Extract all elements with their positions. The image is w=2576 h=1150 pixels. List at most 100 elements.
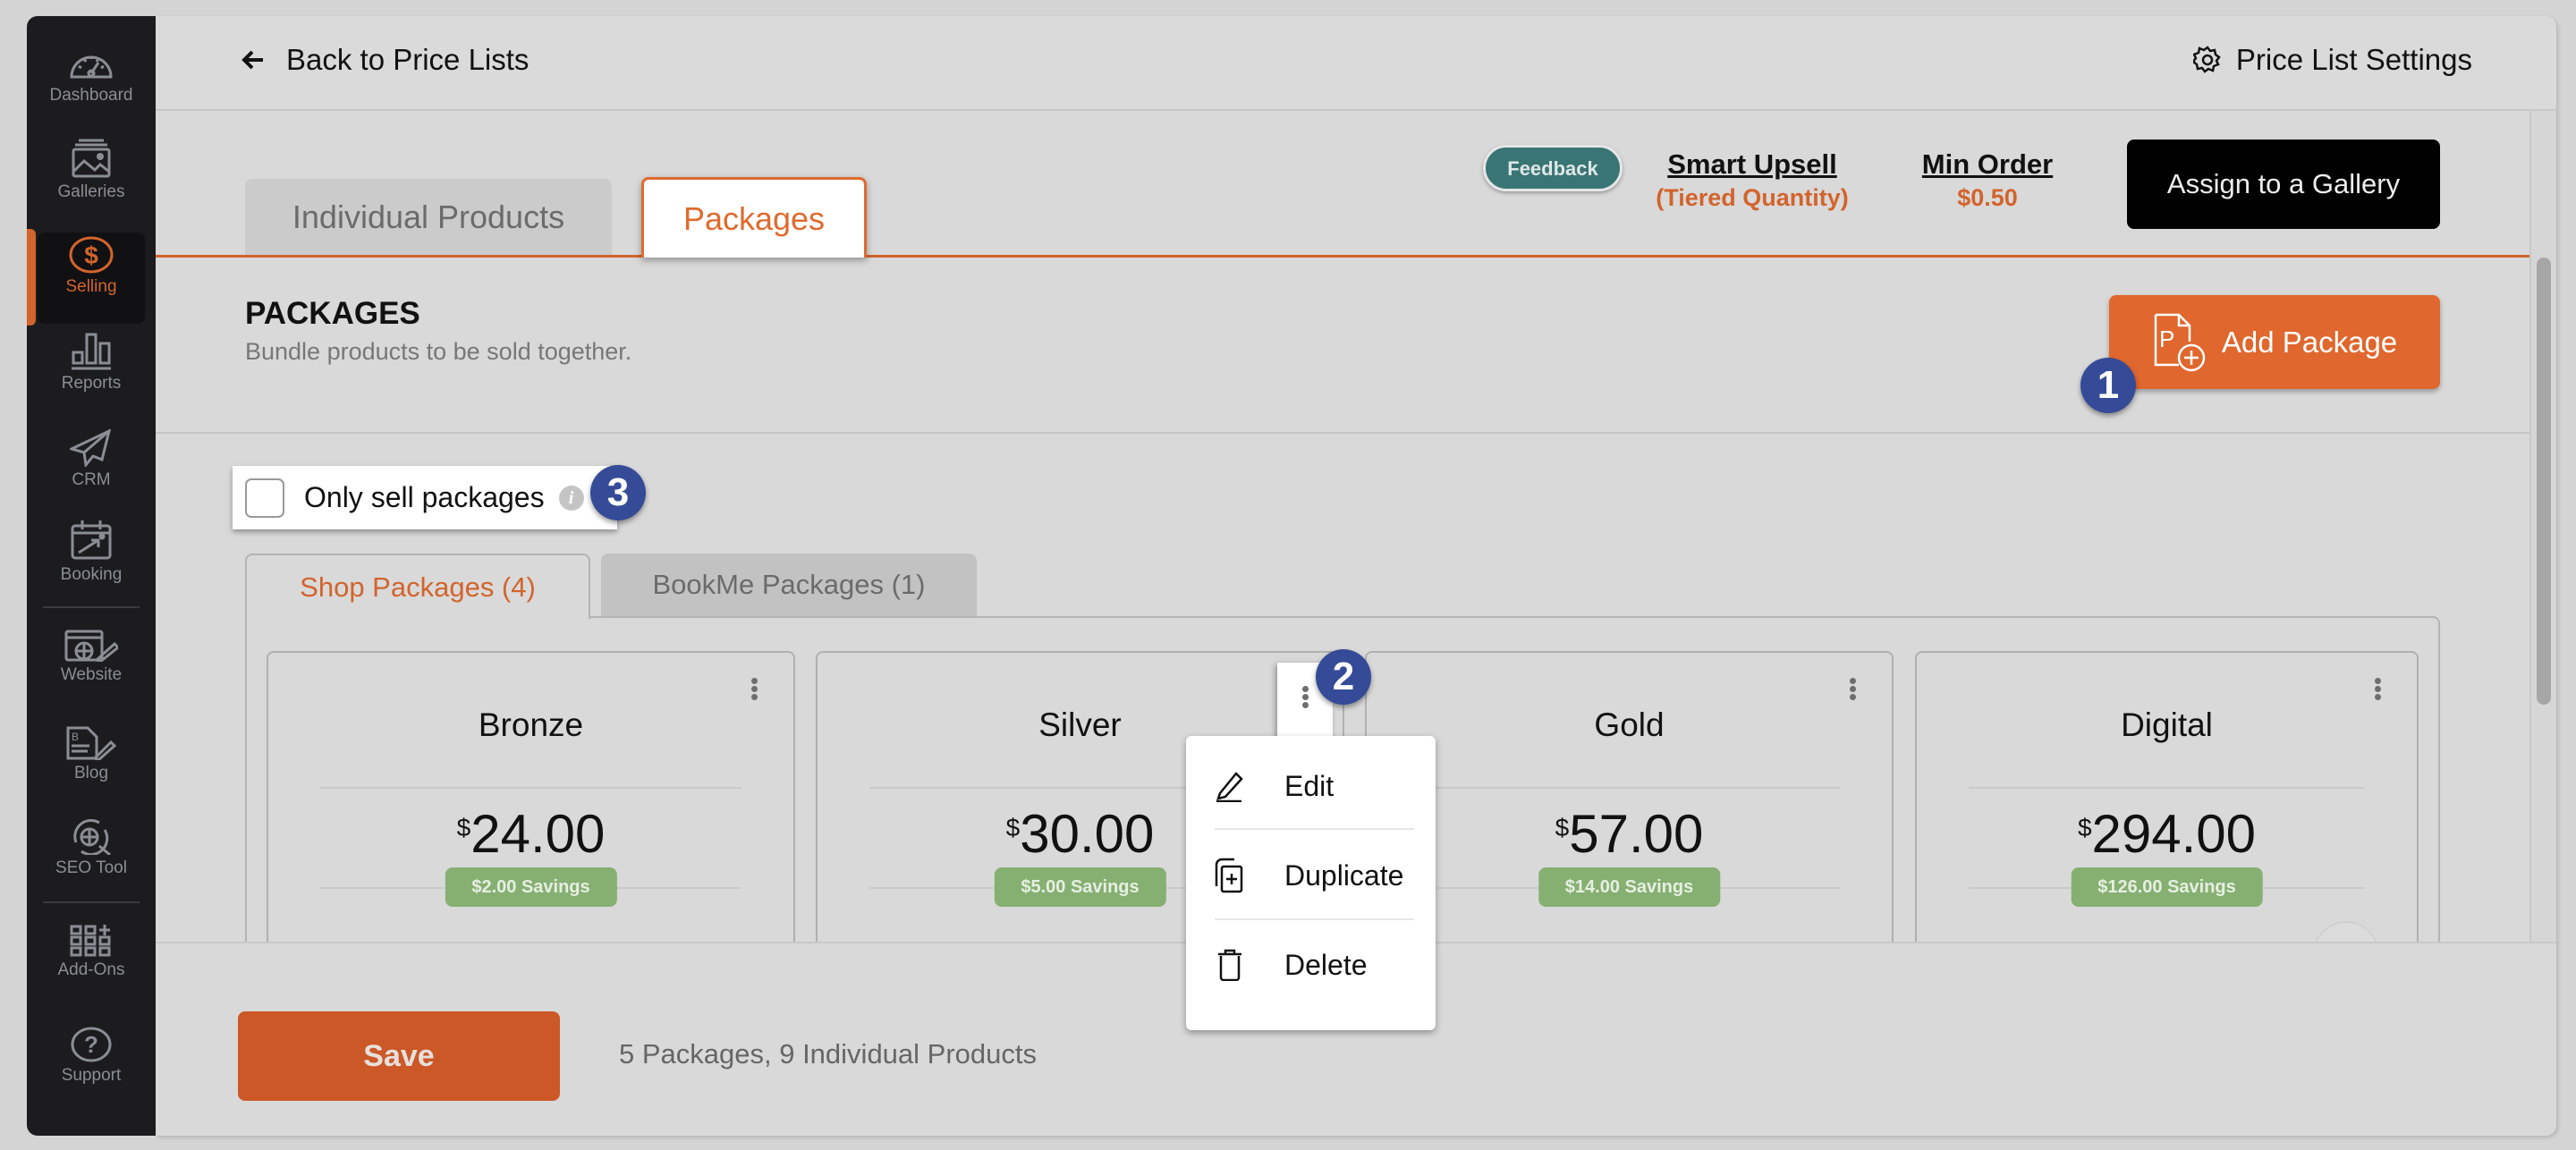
sidebar-item-booking[interactable]: Booking <box>27 519 156 585</box>
sidebar-divider <box>43 901 140 903</box>
kebab-dot <box>1849 678 1856 684</box>
kebab-dot <box>750 686 758 692</box>
gallery-icon <box>72 139 111 178</box>
svg-text:?: ? <box>84 1031 98 1058</box>
footer-summary: 5 Packages, 9 Individual Products <box>619 1038 1037 1070</box>
menu-divider <box>1215 828 1414 830</box>
question-circle-icon: ? <box>71 1027 112 1062</box>
menu-item-delete[interactable]: Delete <box>1215 922 1414 1008</box>
currency-symbol: $ <box>456 814 471 841</box>
tab-packages[interactable]: Packages <box>641 177 867 258</box>
section-subtitle: Bundle products to be sold together. <box>245 338 632 365</box>
only-sell-packages-option: Only sell packages i <box>233 466 617 529</box>
add-package-button[interactable]: P Add Package <box>2109 295 2440 389</box>
menu-item-duplicate[interactable]: Duplicate <box>1215 833 1414 918</box>
sidebar-item-dashboard[interactable]: Dashboard <box>27 47 156 106</box>
card-divider <box>1969 787 2365 789</box>
savings-badge: $14.00 Savings <box>1538 867 1721 907</box>
currency-symbol: $ <box>2077 814 2092 841</box>
back-label: Back to Price Lists <box>286 43 530 76</box>
smart-upsell-link[interactable]: Smart Upsell (Tiered Quantity) <box>1649 148 1855 212</box>
sidebar-item-seo-tool[interactable]: SEO Tool <box>27 819 156 878</box>
top-bar: Back to Price Lists Price List Settings <box>156 16 2556 111</box>
menu-item-label: Duplicate <box>1284 858 1404 892</box>
min-order-title: Min Order <box>1921 148 2054 180</box>
sidebar-divider <box>43 606 140 608</box>
trash-icon <box>1218 949 1241 981</box>
sidebar-item-add-ons[interactable]: Add-Ons <box>27 925 156 980</box>
sidebar-label: SEO Tool <box>55 858 127 877</box>
speedometer-icon <box>70 55 113 79</box>
tab-shop-packages[interactable]: Shop Packages (4) <box>245 554 590 619</box>
sidebar-item-blog[interactable]: B Blog <box>27 726 156 783</box>
scrollbar-thumb[interactable] <box>2537 258 2551 705</box>
kebab-dot <box>750 678 758 684</box>
kebab-icon <box>1296 684 1314 711</box>
sidebar-item-website[interactable]: Website <box>27 630 156 685</box>
kebab-dot <box>2374 694 2381 700</box>
only-sell-packages-label: Only sell packages <box>304 481 545 513</box>
sidebar-label: Support <box>61 1066 122 1085</box>
menu-item-label: Delete <box>1284 948 1368 981</box>
sidebar-item-galleries[interactable]: Galleries <box>27 138 156 202</box>
price-amount: 57.00 <box>1569 804 1704 864</box>
smart-upsell-value: (Tiered Quantity) <box>1656 184 1849 211</box>
sidebar-label: Website <box>60 665 123 684</box>
kebab-dot <box>1849 694 1856 700</box>
feedback-button[interactable]: Feedback <box>1483 145 1623 191</box>
more-options-button[interactable] <box>2368 676 2386 703</box>
info-icon[interactable]: i <box>558 485 584 511</box>
kebab-dot <box>1301 694 1309 700</box>
settings-label: Price List Settings <box>2235 43 2472 76</box>
section-title: PACKAGES <box>245 296 420 331</box>
card-divider <box>320 787 741 789</box>
sidebar-label: Add-Ons <box>57 960 125 979</box>
price-list-settings-link[interactable]: Price List Settings <box>2192 43 2472 77</box>
gear-icon <box>2192 46 2221 73</box>
dollar-circle-icon: $ <box>69 236 114 274</box>
min-order-link[interactable]: Min Order $0.50 <box>1907 148 2068 212</box>
tab-bookme-packages[interactable]: BookMe Packages (1) <box>601 554 977 616</box>
more-options-button[interactable] <box>745 676 763 703</box>
package-price: $294.00 <box>1917 803 2417 865</box>
savings-badge: $5.00 Savings <box>994 867 1166 907</box>
add-package-label: Add Package <box>2221 325 2398 359</box>
annotation-badge-1: 1 <box>2080 358 2136 413</box>
tab-individual-products[interactable]: Individual Products <box>245 179 612 256</box>
menu-item-edit[interactable]: Edit <box>1215 743 1414 829</box>
kebab-dot <box>1849 686 1856 692</box>
card-divider <box>1419 787 1840 789</box>
blog-edit-icon: B <box>66 726 116 760</box>
sidebar-item-crm[interactable]: CRM <box>27 429 156 490</box>
website-edit-icon <box>64 630 118 662</box>
sidebar-label: Blog <box>73 764 109 782</box>
kebab-dot <box>2374 678 2381 684</box>
section-divider <box>156 432 2531 434</box>
more-options-button[interactable] <box>1843 676 1861 703</box>
price-amount: 30.00 <box>1020 804 1155 864</box>
save-button[interactable]: Save <box>238 1011 560 1101</box>
menu-item-label: Edit <box>1284 769 1335 802</box>
only-sell-packages-checkbox[interactable] <box>245 478 284 518</box>
sidebar-item-support[interactable]: ? Support <box>27 1027 156 1086</box>
assign-to-gallery-button[interactable]: Assign to a Gallery <box>2127 140 2440 229</box>
sidebar-item-reports[interactable]: Reports <box>27 329 156 393</box>
pencil-icon <box>1216 772 1243 802</box>
package-price: $24.00 <box>268 803 793 865</box>
sidebar-label: Selling <box>65 277 117 296</box>
savings-badge: $2.00 Savings <box>445 867 617 907</box>
savings-badge: $126.00 Savings <box>2071 867 2263 907</box>
kebab-dot <box>1301 686 1309 692</box>
tab-underline <box>156 255 2531 258</box>
sidebar-label: Galleries <box>57 182 125 201</box>
add-ons-grid-icon <box>70 925 111 957</box>
sidebar-item-selling[interactable]: $ Selling <box>27 236 156 297</box>
package-price: $57.00 <box>1367 803 1892 865</box>
price-amount: 294.00 <box>2091 804 2257 864</box>
kebab-dot <box>2374 686 2381 692</box>
back-to-price-lists-link[interactable]: Back to Price Lists <box>242 43 529 77</box>
kebab-dot <box>1301 702 1309 708</box>
package-context-menu: Edit Duplicate Delete <box>1186 736 1436 1030</box>
sidebar-label: Booking <box>60 565 123 584</box>
kebab-dot <box>750 694 758 700</box>
